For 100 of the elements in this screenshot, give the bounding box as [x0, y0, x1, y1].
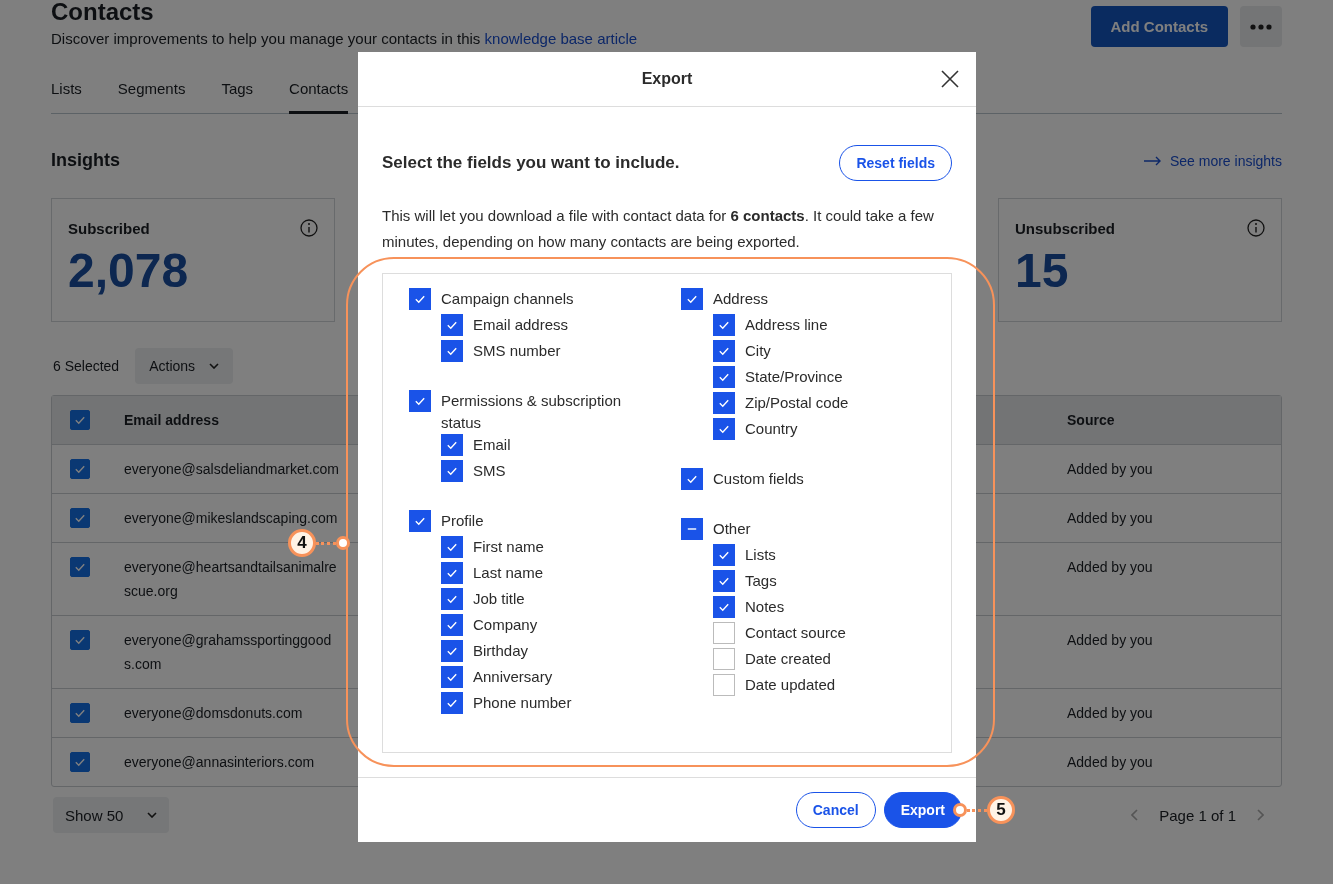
- arrow-right-icon: [1143, 155, 1162, 166]
- chevron-down-icon: [147, 812, 158, 818]
- see-more-insights-link[interactable]: See more insights: [1169, 152, 1282, 169]
- checkbox[interactable]: [713, 570, 735, 592]
- checkbox-label: Date updated: [745, 675, 837, 695]
- page-title: Contacts: [51, 0, 155, 26]
- tab[interactable]: Tags: [221, 70, 254, 114]
- checkbox-label: Permissions & subscription status: [441, 391, 623, 433]
- checkbox[interactable]: [441, 588, 463, 610]
- reset-fields-button[interactable]: Reset fields: [839, 145, 952, 181]
- table-cell-text: Added by you: [1067, 704, 1154, 723]
- add-contacts-button[interactable]: Add Contacts: [1090, 6, 1228, 47]
- column-header: Source: [1067, 411, 1116, 430]
- checkbox[interactable]: [441, 314, 463, 336]
- dialog-title: Export: [641, 70, 693, 88]
- row-checkbox[interactable]: [70, 752, 90, 772]
- checkbox[interactable]: [409, 390, 431, 412]
- chevron-down-icon: [209, 363, 220, 369]
- checkbox-label: Company: [473, 615, 539, 635]
- checkbox-label: Zip/Postal code: [745, 393, 850, 413]
- checkbox[interactable]: [441, 614, 463, 636]
- checkbox[interactable]: [681, 468, 703, 490]
- tab[interactable]: Segments: [117, 70, 186, 114]
- checkbox-label: Contact source: [745, 623, 847, 643]
- info-icon: [1247, 219, 1265, 237]
- checkbox[interactable]: [441, 434, 463, 456]
- checkbox[interactable]: [409, 288, 431, 310]
- checkbox[interactable]: [441, 562, 463, 584]
- checkbox[interactable]: [681, 518, 703, 540]
- checkbox-label: Profile: [441, 511, 485, 531]
- checkbox-label: SMS number: [473, 341, 562, 361]
- checkbox-label: First name: [473, 537, 545, 557]
- checkbox[interactable]: [441, 460, 463, 482]
- knowledge-base-link[interactable]: knowledge base article: [484, 30, 638, 47]
- checkbox-label: State/Province: [745, 367, 844, 387]
- more-options-button[interactable]: [1240, 6, 1282, 47]
- page-indicator: Page 1 of 1: [1159, 806, 1236, 824]
- checkbox[interactable]: [441, 666, 463, 688]
- row-checkbox[interactable]: [70, 557, 90, 577]
- checkbox-label: Email address: [473, 315, 570, 335]
- checkbox[interactable]: [713, 418, 735, 440]
- table-cell-text: everyone@heartsandtailsanimalrescue.org: [124, 558, 338, 601]
- checkbox-label: Email: [473, 435, 512, 455]
- checkbox[interactable]: [441, 340, 463, 362]
- checkbox[interactable]: [713, 392, 735, 414]
- checkbox[interactable]: [713, 622, 735, 644]
- checkbox[interactable]: [713, 674, 735, 696]
- checkbox-label: Address: [713, 289, 770, 309]
- checkbox[interactable]: [681, 288, 703, 310]
- checkbox-label: Country: [745, 419, 799, 439]
- checkbox-label: Notes: [745, 597, 786, 617]
- table-cell-text: everyone@annasinteriors.com: [124, 753, 316, 772]
- checkbox[interactable]: [409, 510, 431, 532]
- row-checkbox[interactable]: [70, 630, 90, 650]
- table-cell-text: Added by you: [1067, 753, 1154, 772]
- row-checkbox[interactable]: [70, 410, 90, 430]
- page-description: Discover improvements to help you manage your contacts in this knowledge base article: [51, 30, 638, 48]
- checkbox-label: Other: [713, 519, 752, 539]
- step-callout: 4: [288, 529, 350, 557]
- checkbox[interactable]: [441, 536, 463, 558]
- stat-value: 2,078: [68, 243, 190, 298]
- checkbox[interactable]: [713, 544, 735, 566]
- close-button[interactable]: [940, 69, 960, 89]
- checkbox-label: Job title: [473, 589, 526, 609]
- info-icon: [300, 219, 318, 237]
- row-checkbox[interactable]: [70, 459, 90, 479]
- checkbox[interactable]: [441, 692, 463, 714]
- checkbox[interactable]: [713, 340, 735, 362]
- checkbox-label: Last name: [473, 563, 545, 583]
- checkbox-label: City: [745, 341, 772, 361]
- row-checkbox[interactable]: [70, 703, 90, 723]
- checkbox-label: Phone number: [473, 693, 573, 713]
- checkbox[interactable]: [713, 314, 735, 336]
- table-cell-text: Added by you: [1067, 509, 1154, 528]
- stat-label: Unsubscribed: [1015, 219, 1116, 237]
- stat-value: 15: [1015, 243, 1070, 298]
- tab[interactable]: Contacts: [289, 70, 349, 114]
- checkbox[interactable]: [713, 596, 735, 618]
- table-cell-text: everyone@domsdonuts.com: [124, 704, 304, 723]
- export-button[interactable]: Export: [883, 792, 962, 828]
- column-header: Email address: [124, 411, 220, 430]
- actions-dropdown[interactable]: Actions: [135, 348, 234, 384]
- checkbox-label: Custom fields: [713, 469, 805, 489]
- checkbox[interactable]: [441, 640, 463, 662]
- checkbox[interactable]: [713, 366, 735, 388]
- selected-count: 6 Selected: [53, 358, 120, 374]
- dialog-heading: Select the fields you want to include.: [382, 153, 680, 173]
- table-cell-text: Added by you: [1067, 631, 1154, 650]
- stat-label: Subscribed: [68, 219, 150, 237]
- page-size-dropdown[interactable]: Show 50: [53, 797, 170, 833]
- checkbox-label: Tags: [745, 571, 778, 591]
- tab[interactable]: Lists: [51, 70, 82, 114]
- section-title: Insights: [51, 150, 120, 171]
- row-checkbox[interactable]: [70, 508, 90, 528]
- table-cell-text: everyone@grahamssportinggoods.com: [124, 631, 333, 674]
- checkbox-label: Date created: [745, 649, 832, 669]
- checkbox-label: Lists: [745, 545, 777, 565]
- table-cell-text: Added by you: [1067, 558, 1154, 577]
- checkbox[interactable]: [713, 648, 735, 670]
- cancel-button[interactable]: Cancel: [795, 792, 876, 828]
